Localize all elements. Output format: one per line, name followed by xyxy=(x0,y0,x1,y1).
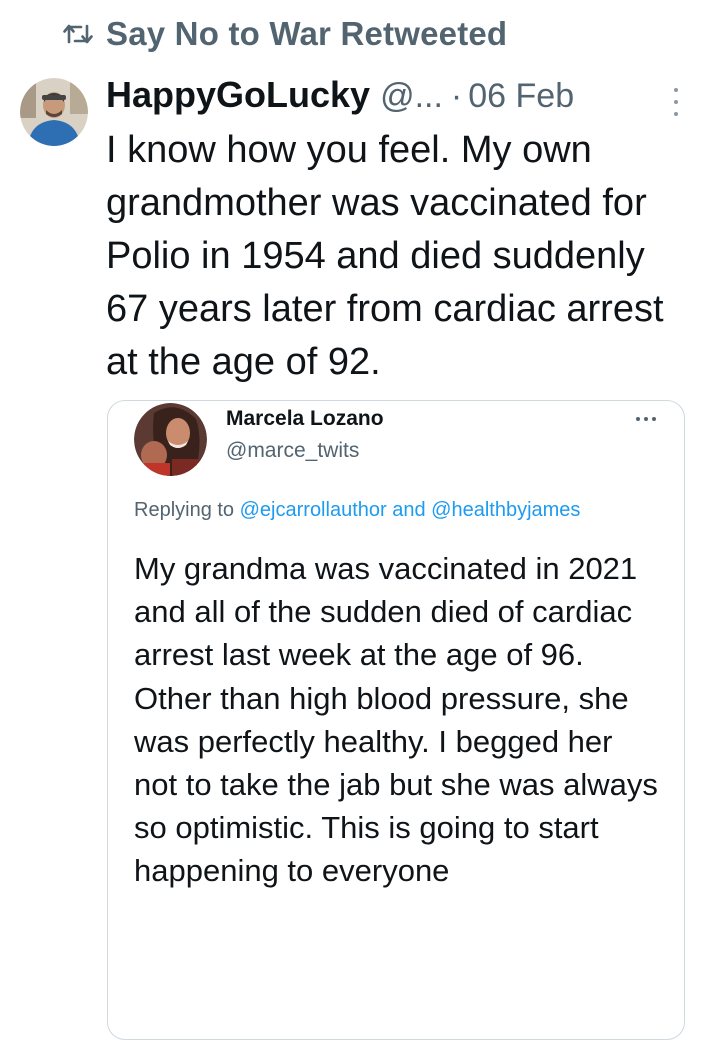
author-handle[interactable]: @... xyxy=(380,77,443,116)
tweet-date[interactable]: 06 Feb xyxy=(468,77,574,116)
quoted-tweet-card[interactable]: Marcela Lozano @marce_twits Replying to … xyxy=(107,400,685,1040)
retweet-header[interactable]: Say No to War Retweeted xyxy=(58,14,507,54)
author-display-name[interactable]: HappyGoLucky xyxy=(106,74,370,116)
avatar[interactable] xyxy=(20,78,88,146)
more-options-icon[interactable] xyxy=(672,88,680,116)
retweet-icon xyxy=(58,14,98,54)
mention-link-1[interactable]: @ejcarrollauthor xyxy=(240,499,387,521)
replying-to-line: Replying to @ejcarrollauthor and @health… xyxy=(134,499,580,522)
mention-conjunction: and xyxy=(392,499,426,521)
tweet-text: I know how you feel. My own grandmother … xyxy=(106,129,664,383)
replying-to-label: Replying to xyxy=(134,499,235,521)
quoted-handle[interactable]: @marce_twits xyxy=(226,439,359,463)
mention-link-2[interactable]: @healthbyjames xyxy=(431,499,580,521)
quoted-avatar[interactable] xyxy=(134,403,207,476)
quoted-tweet-text: My grandma was vaccinated in 2021 and al… xyxy=(134,551,658,889)
retweet-label[interactable]: Say No to War Retweeted xyxy=(106,15,507,53)
quoted-display-name[interactable]: Marcela Lozano xyxy=(226,407,384,431)
quoted-more-options-icon[interactable] xyxy=(636,417,656,421)
tweet-header: HappyGoLucky @... · 06 Feb xyxy=(106,74,696,116)
separator-dot: · xyxy=(450,77,463,115)
